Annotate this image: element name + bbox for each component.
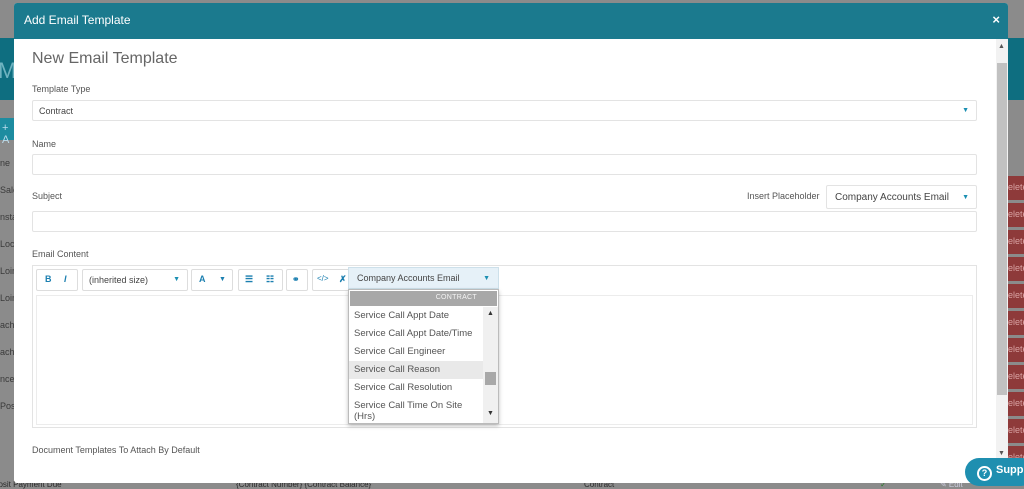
insert-placeholder-label: Insert Placeholder — [747, 191, 820, 201]
code-icon[interactable]: </> — [317, 274, 329, 283]
modal-scrollbar[interactable]: ▲ ▼ — [996, 39, 1008, 483]
attach-templates-label: Document Templates To Attach By Default — [32, 445, 200, 455]
dropdown-option[interactable]: Service Call Resolution — [349, 379, 483, 397]
bold-button[interactable]: B — [45, 274, 52, 284]
editor-content-area[interactable] — [36, 295, 973, 425]
template-type-value: Contract — [39, 106, 74, 116]
subject-label: Subject — [32, 191, 63, 201]
bg-row-label: nsta — [0, 212, 14, 222]
bg-row-label: achu — [0, 347, 14, 357]
bg-left-rows: ne Sale nsta Loca Loin Loin achu achu nc… — [0, 150, 14, 420]
bg-row-label: Sale — [0, 185, 14, 195]
link-icon[interactable]: ⚭ — [292, 274, 300, 285]
bg-row-label: ne — [0, 158, 11, 168]
font-size-select[interactable]: (inherited size) ▼ — [82, 269, 188, 291]
numbered-list-icon[interactable]: ☷ — [266, 274, 274, 285]
help-icon: ? — [977, 466, 992, 481]
bg-add-button: + A — [0, 118, 14, 146]
toolbar-placeholder-value: Company Accounts Email — [357, 273, 460, 283]
bg-delete-button: elete — [1008, 419, 1024, 443]
list-group: ☰ ☷ — [238, 269, 283, 291]
bg-delete-button: elete — [1008, 203, 1024, 227]
email-content-editor: B I (inherited size) ▼ A ▼ ☰ ☷ ⚭ </> ✗ — [32, 265, 977, 428]
add-email-template-modal: Add Email Template × New Email Template … — [14, 3, 1008, 483]
template-type-select[interactable]: Contract ▼ — [32, 100, 977, 121]
placeholder-dropdown: CONTRACT Service Call Appt Date Service … — [348, 289, 499, 424]
bg-row-label: Posit — [0, 401, 14, 411]
modal-header: Add Email Template × — [14, 3, 1008, 39]
dropdown-option[interactable]: Service Call Engineer — [349, 343, 483, 361]
clear-format-icon[interactable]: ✗ — [339, 274, 347, 285]
email-content-label: Email Content — [32, 249, 89, 259]
insert-placeholder-select[interactable]: Company Accounts Email ▼ — [826, 185, 977, 209]
bg-row-label: Loin — [0, 266, 14, 276]
font-color-button[interactable]: A — [199, 274, 206, 284]
toolbar-placeholder-select[interactable]: Company Accounts Email ▼ — [348, 267, 499, 289]
caret-down-icon[interactable]: ▼ — [219, 276, 226, 283]
bg-delete-button: elete — [1008, 392, 1024, 416]
dropdown-scroll-thumb[interactable] — [485, 372, 496, 385]
caret-down-icon: ▼ — [173, 276, 180, 283]
link-group: ⚭ — [286, 269, 308, 291]
modal-title: Add Email Template — [24, 13, 131, 27]
bg-delete-button: elete — [1008, 338, 1024, 362]
modal-body: New Email Template Template Type Contrac… — [14, 39, 1008, 483]
format-group: B I — [36, 269, 78, 291]
font-color-group: A ▼ — [191, 269, 233, 291]
font-size-value: (inherited size) — [89, 275, 149, 285]
close-icon[interactable]: × — [992, 12, 1000, 27]
dropdown-list: Service Call Appt Date Service Call Appt… — [349, 307, 483, 423]
name-label: Name — [32, 139, 57, 149]
bg-row-label: achu — [0, 320, 14, 330]
dropdown-option[interactable]: Service Call Appt Date/Time — [349, 325, 483, 343]
bg-row-label: Loin — [0, 293, 14, 303]
name-field[interactable] — [32, 154, 977, 175]
scroll-up-icon[interactable]: ▲ — [487, 310, 494, 317]
scroll-down-icon[interactable]: ▼ — [998, 450, 1005, 457]
bg-delete-button: elete — [1008, 230, 1024, 254]
bg-delete-button: elete — [1008, 176, 1024, 200]
dropdown-scrollbar[interactable]: ▲ ▼ — [483, 307, 498, 423]
scrollbar-thumb[interactable] — [997, 63, 1007, 395]
support-label: Suppo — [996, 464, 1024, 476]
bg-delete-button: elete — [1008, 257, 1024, 281]
caret-down-icon: ▼ — [962, 194, 969, 201]
scroll-up-icon[interactable]: ▲ — [998, 43, 1005, 50]
dropdown-option-active[interactable]: Service Call Reason — [349, 361, 483, 379]
page-heading: New Email Template — [32, 50, 178, 67]
bg-delete-button: elete — [1008, 284, 1024, 308]
dropdown-option[interactable]: Service Call Time On Site (Hrs) — [349, 397, 483, 423]
support-button[interactable]: ? Suppo — [965, 458, 1024, 486]
bullet-list-icon[interactable]: ☰ — [245, 274, 253, 285]
caret-down-icon: ▼ — [483, 275, 490, 282]
bg-delete-button: elete — [1008, 311, 1024, 335]
bg-row-label: Loca — [0, 239, 14, 249]
dropdown-group-header: CONTRACT — [350, 291, 497, 306]
subject-field[interactable] — [32, 211, 977, 232]
scroll-down-icon[interactable]: ▼ — [487, 410, 494, 417]
insert-placeholder-value: Company Accounts Email — [835, 192, 949, 203]
bg-delete-button: elete — [1008, 365, 1024, 389]
template-type-label: Template Type — [32, 84, 91, 94]
italic-button[interactable]: I — [64, 274, 67, 284]
bg-row-label: ncell — [0, 374, 14, 384]
caret-down-icon: ▼ — [962, 107, 969, 114]
dropdown-option[interactable]: Service Call Appt Date — [349, 307, 483, 325]
bg-delete-buttons: elete elete elete elete elete elete elet… — [1008, 176, 1024, 473]
